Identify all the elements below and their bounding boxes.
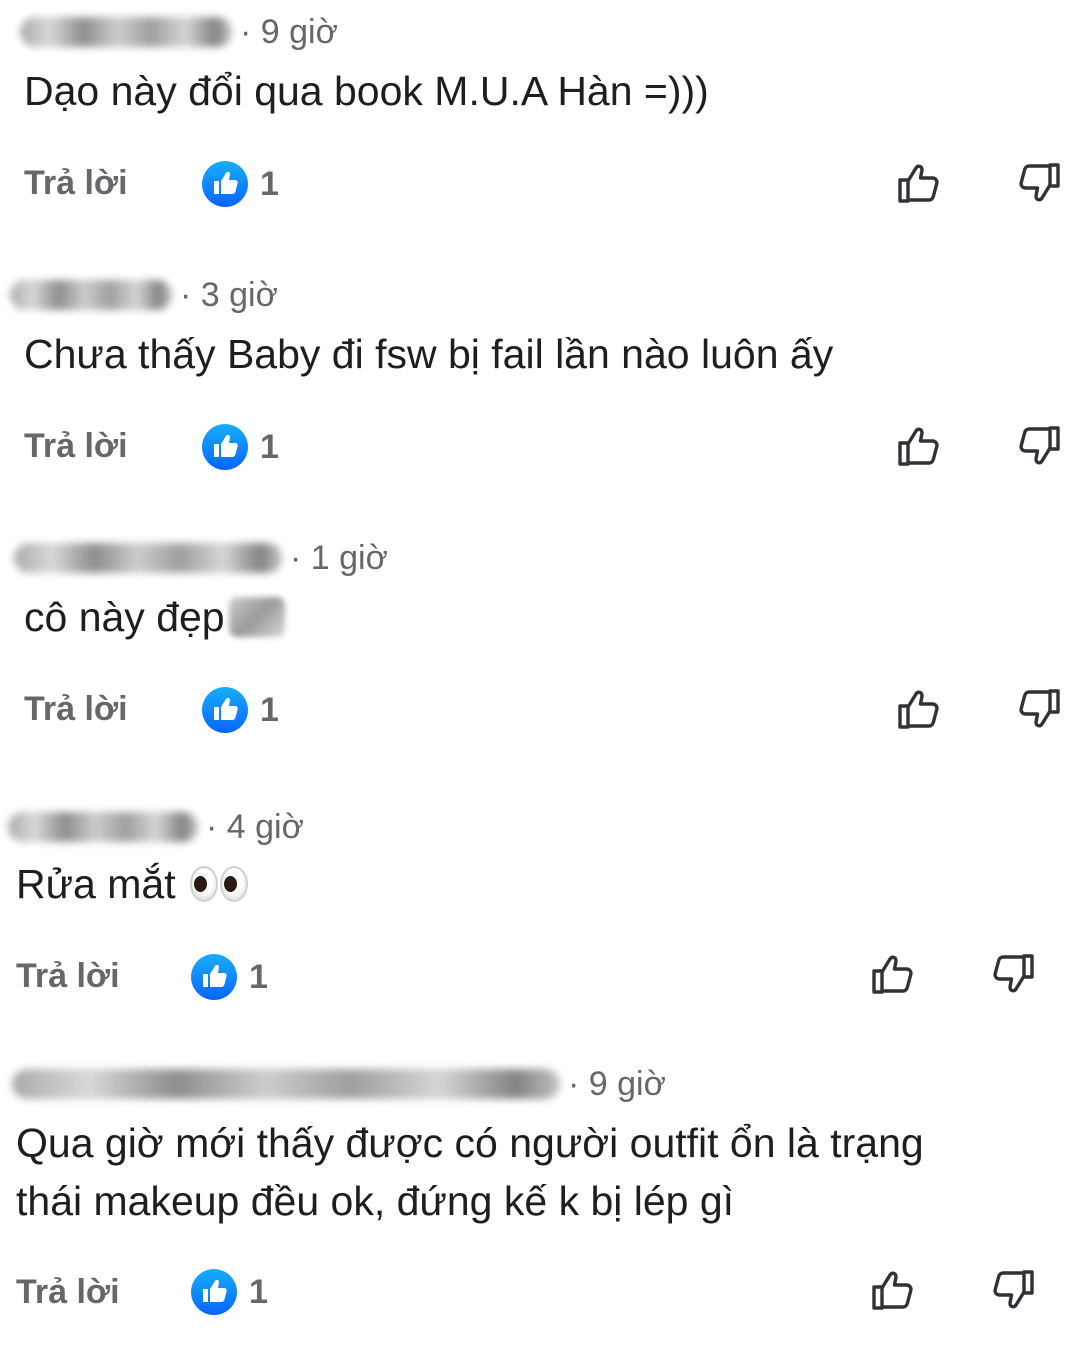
thumbs-down-outline-icon[interactable]	[1012, 157, 1064, 209]
author-name-blurred[interactable]	[14, 543, 282, 573]
comment-meta: · 9 giờ	[12, 1062, 666, 1106]
like-badge-icon	[191, 954, 237, 1000]
comment-text: cô này đẹp	[24, 588, 285, 646]
comment-meta: · 1 giờ	[14, 536, 388, 580]
reply-button[interactable]: Trả lời	[24, 427, 128, 466]
comment-text-line-1: Qua giờ mới thấy được có người outfit ổn…	[16, 1120, 924, 1166]
comment-text: Dạo này đổi qua book M.U.A Hàn =)))	[24, 68, 709, 114]
thumbs-up-outline-icon[interactable]	[868, 948, 920, 1000]
author-name-blurred[interactable]	[20, 17, 232, 47]
reply-button[interactable]: Trả lời	[24, 164, 128, 203]
thumbs-down-outline-icon[interactable]	[1012, 683, 1064, 735]
like-count-badge[interactable]: 1	[191, 954, 268, 1000]
like-count-badge[interactable]: 1	[202, 161, 279, 207]
comment-time: · 3 giờ	[180, 275, 278, 314]
like-count: 1	[260, 164, 279, 203]
comment-meta: · 4 giờ	[8, 805, 304, 849]
comment-time: · 9 giờ	[568, 1064, 666, 1103]
comment-meta: · 9 giờ	[20, 10, 338, 54]
comment-meta: · 3 giờ	[10, 273, 278, 317]
thumbs-down-outline-icon[interactable]	[986, 1264, 1038, 1316]
thumbs-down-outline-icon[interactable]	[1012, 420, 1064, 472]
like-badge-icon	[202, 687, 248, 733]
eyes-emoji-icon	[189, 866, 248, 902]
comment-text: Chưa thấy Baby đi fsw bị fail lần nào lu…	[24, 331, 834, 377]
comment-time: · 9 giờ	[240, 12, 338, 51]
reply-button[interactable]: Trả lời	[16, 1273, 120, 1312]
thumbs-up-outline-icon[interactable]	[894, 157, 946, 209]
thumbs-up-outline-icon[interactable]	[894, 683, 946, 735]
comment-text-line-2: thái makeup đều ok, đứng kế k bị lép gì	[16, 1178, 735, 1224]
like-count: 1	[260, 427, 279, 466]
like-count-badge[interactable]: 1	[191, 1269, 268, 1315]
comment-text-body: cô này đẹp	[24, 594, 225, 640]
like-count: 1	[249, 1272, 268, 1311]
like-badge-icon	[202, 161, 248, 207]
author-name-blurred[interactable]	[10, 280, 172, 310]
like-count: 1	[249, 957, 268, 996]
comment-text-body: Rửa mắt	[16, 861, 176, 907]
blurred-emoji-icon	[228, 597, 285, 637]
like-count-badge[interactable]: 1	[202, 687, 279, 733]
thumbs-up-outline-icon[interactable]	[868, 1264, 920, 1316]
like-badge-icon	[191, 1269, 237, 1315]
like-count-badge[interactable]: 1	[202, 424, 279, 470]
like-badge-icon	[202, 424, 248, 470]
comment-time: · 1 giờ	[290, 538, 388, 577]
like-count: 1	[260, 690, 279, 729]
thumbs-up-outline-icon[interactable]	[894, 420, 946, 472]
reply-button[interactable]: Trả lời	[16, 957, 120, 996]
comment-time: · 4 giờ	[206, 807, 304, 846]
author-name-blurred[interactable]	[8, 812, 198, 842]
author-name-blurred[interactable]	[12, 1069, 560, 1099]
reply-button[interactable]: Trả lời	[24, 690, 128, 729]
comment-text: Rửa mắt	[16, 855, 248, 913]
thumbs-down-outline-icon[interactable]	[986, 948, 1038, 1000]
